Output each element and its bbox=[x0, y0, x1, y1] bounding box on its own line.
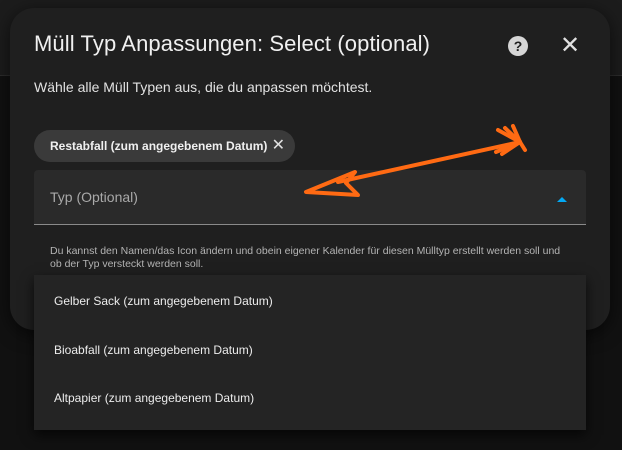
annotation-arrow-icon bbox=[304, 124, 527, 197]
